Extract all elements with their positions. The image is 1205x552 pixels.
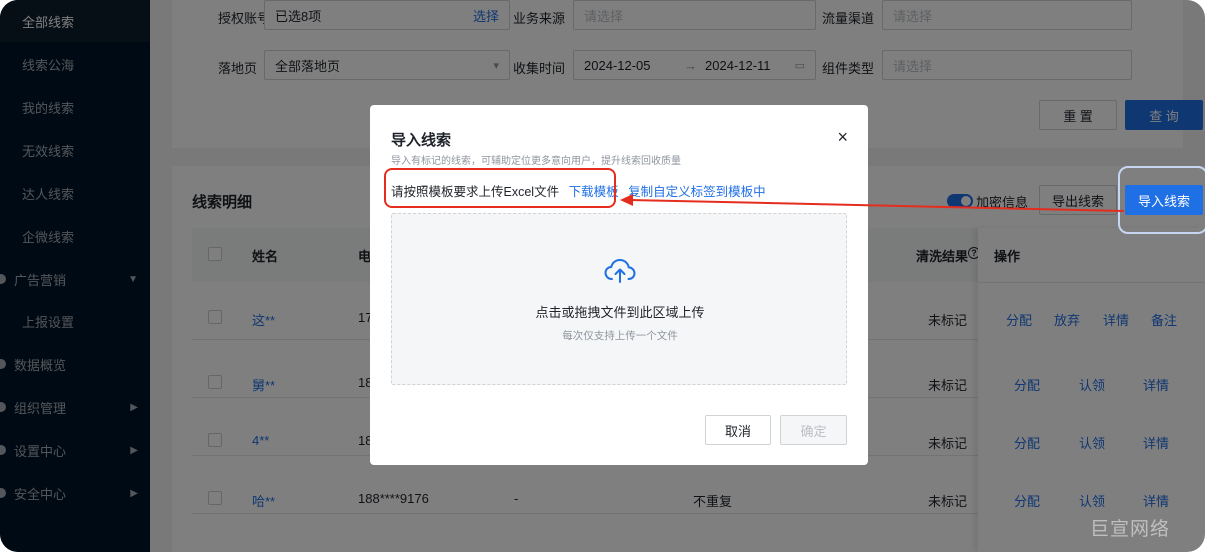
close-icon[interactable]: × — [837, 127, 848, 148]
watermark: 巨宣网络 — [1090, 519, 1171, 540]
modal-subtitle: 导入有标记的线索，可辅助定位更多意向用户，提升线索回收质量 — [391, 156, 681, 167]
cancel-button[interactable]: 取消 — [705, 415, 771, 445]
dropzone-hint-text: 每次仅支持上传一个文件 — [562, 330, 678, 342]
confirm-button[interactable]: 确定 — [780, 415, 847, 445]
copy-custom-tags-link[interactable]: 复制自定义标签到模板中 — [628, 185, 766, 199]
dropzone-main-text: 点击或拖拽文件到此区域上传 — [535, 305, 705, 320]
annotation-highlight-box — [384, 168, 616, 208]
upload-dropzone[interactable]: 点击或拖拽文件到此区域上传 每次仅支持上传一个文件 — [391, 213, 847, 385]
cloud-upload-icon — [604, 258, 636, 283]
modal-title: 导入线索 — [391, 132, 452, 149]
app-frame: 全部线索 线索公海 我的线索 无效线索 达人线索 企微线索 广告营销▼ 上报设置… — [0, 0, 1205, 552]
import-leads-button[interactable]: 导入线索 — [1125, 185, 1203, 215]
import-leads-modal: 导入线索 导入有标记的线索，可辅助定位更多意向用户，提升线索回收质量 × 请按照… — [370, 105, 868, 465]
